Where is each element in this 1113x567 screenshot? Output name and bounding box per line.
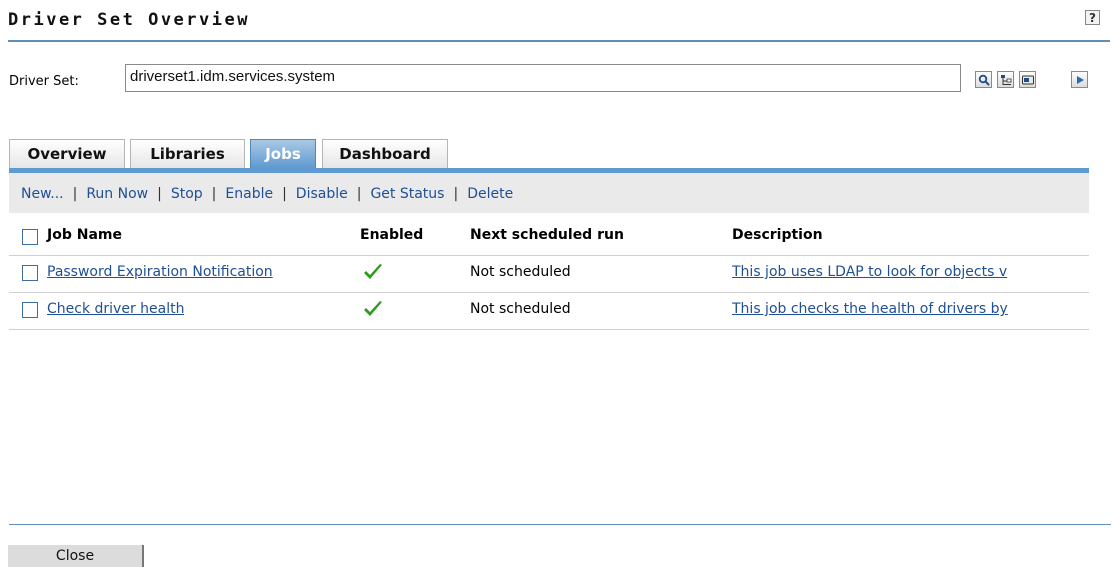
job-name-link[interactable]: Check driver health: [47, 301, 184, 317]
close-button[interactable]: Close: [8, 545, 144, 567]
title-divider: [8, 40, 1110, 42]
table-row: Check driver health Not scheduled This j…: [9, 292, 1089, 330]
description-link[interactable]: This job checks the health of drivers by: [732, 301, 1072, 317]
next-run-value: Not scheduled: [470, 301, 571, 317]
run-now-link[interactable]: Run Now: [86, 186, 148, 202]
row-checkbox[interactable]: [22, 302, 38, 318]
tab-dashboard[interactable]: Dashboard: [322, 139, 448, 168]
tab-libraries[interactable]: Libraries: [130, 139, 245, 168]
next-run-value: Not scheduled: [470, 264, 571, 280]
job-name-link[interactable]: Password Expiration Notification: [47, 264, 273, 280]
search-icon: [978, 74, 990, 86]
select-all-checkbox[interactable]: [22, 229, 38, 245]
header-job-name[interactable]: Job Name: [47, 227, 122, 243]
tree-browse-button[interactable]: [997, 71, 1014, 88]
header-enabled[interactable]: Enabled: [360, 227, 423, 243]
tab-jobs[interactable]: Jobs: [250, 139, 316, 168]
table-header-row: Job Name Enabled Next scheduled run Desc…: [9, 218, 1089, 256]
job-action-bar: New... | Run Now | Stop | Enable | Disable | Get S…: [9, 173, 1089, 213]
disable-link[interactable]: Disable: [296, 186, 348, 202]
enabled-check-icon: [364, 264, 382, 279]
header-next-run[interactable]: Next scheduled run: [470, 227, 624, 243]
footer-divider: [9, 524, 1111, 525]
driver-set-field[interactable]: driverset1.idm.services.system: [125, 64, 961, 92]
enabled-check-icon: [364, 301, 382, 316]
description-link[interactable]: This job uses LDAP to look for objects v: [732, 264, 1072, 280]
go-button[interactable]: [1071, 71, 1088, 88]
page-title: Driver Set Overview: [8, 10, 250, 30]
table-row: Password Expiration Notification Not sch…: [9, 255, 1089, 293]
stop-link[interactable]: Stop: [171, 186, 203, 202]
get-status-link[interactable]: Get Status: [370, 186, 444, 202]
play-arrow-icon: [1076, 75, 1084, 84]
enable-link[interactable]: Enable: [225, 186, 273, 202]
search-button[interactable]: [975, 71, 992, 88]
driver-set-label: Driver Set:: [9, 74, 79, 89]
delete-link[interactable]: Delete: [467, 186, 513, 202]
tree-browse-icon: [1000, 74, 1011, 85]
tab-overview[interactable]: Overview: [9, 139, 125, 168]
row-checkbox[interactable]: [22, 265, 38, 281]
help-icon[interactable]: ?: [1085, 10, 1100, 25]
object-history-button[interactable]: [1019, 71, 1036, 88]
header-description[interactable]: Description: [732, 227, 823, 243]
new-job-link[interactable]: New...: [21, 186, 64, 202]
object-history-icon: [1021, 75, 1034, 84]
